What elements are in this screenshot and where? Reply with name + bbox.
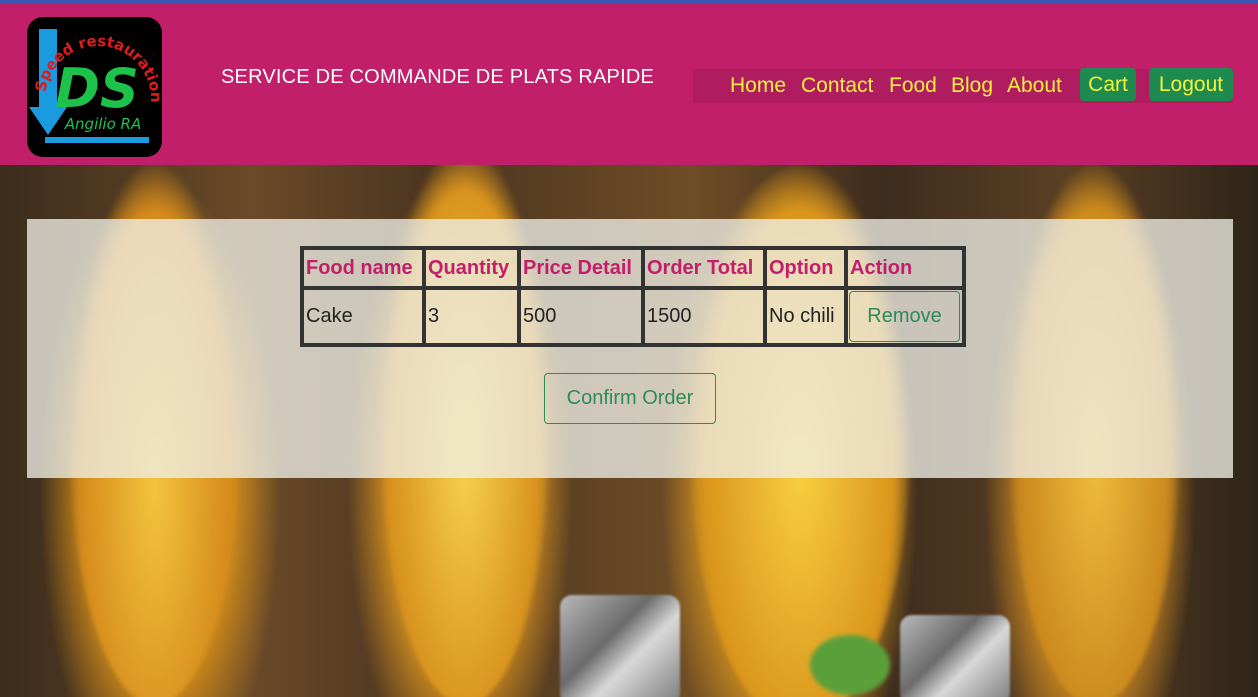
cell-option: No chili [765, 288, 846, 345]
cell-action: Remove [846, 288, 964, 345]
logo-sub-text: Angilio RA [64, 115, 141, 133]
logo-graphic: Speed restauration DS Angilio RA [29, 29, 162, 143]
nav-link-about[interactable]: About [1007, 74, 1062, 98]
site-logo[interactable]: Speed restauration DS Angilio RA [27, 17, 162, 157]
logout-button[interactable]: Logout [1149, 68, 1233, 101]
column-header-option: Option [765, 248, 846, 288]
confirm-order-button[interactable]: Confirm Order [544, 373, 716, 424]
table-row: Cake 3 500 1500 No chili Remove [302, 288, 964, 345]
site-title: SERVICE DE COMMANDE DE PLATS RAPIDE [221, 66, 655, 88]
cell-quantity: 3 [424, 288, 519, 345]
column-header-order-total: Order Total [643, 248, 765, 288]
remove-button[interactable]: Remove [849, 291, 960, 342]
nav-link-food[interactable]: Food [889, 74, 937, 98]
cart-table: Food name Quantity Price Detail Order To… [300, 246, 966, 347]
cell-food-name: Cake [302, 288, 424, 345]
logo-main-text: DS [55, 57, 139, 120]
foil-wrap [560, 595, 680, 697]
lettuce-shape [810, 635, 890, 695]
nav-link-home[interactable]: Home [730, 74, 786, 98]
cart-panel: Food name Quantity Price Detail Order To… [27, 219, 1233, 478]
nav-link-contact[interactable]: Contact [801, 74, 873, 98]
cell-order-total: 1500 [643, 288, 765, 345]
site-header: Speed restauration DS Angilio RA SERVICE… [0, 3, 1258, 165]
column-header-food-name: Food name [302, 248, 424, 288]
nav-link-blog[interactable]: Blog [951, 74, 993, 98]
column-header-action: Action [846, 248, 964, 288]
logo-underline [45, 137, 149, 143]
foil-wrap [900, 615, 1010, 697]
cart-header-row: Food name Quantity Price Detail Order To… [302, 248, 964, 288]
cart-button[interactable]: Cart [1080, 68, 1136, 101]
column-header-quantity: Quantity [424, 248, 519, 288]
column-header-price-detail: Price Detail [519, 248, 643, 288]
main-nav: Home Contact Food Blog About Cart Logout [693, 68, 1233, 103]
cell-price-detail: 500 [519, 288, 643, 345]
